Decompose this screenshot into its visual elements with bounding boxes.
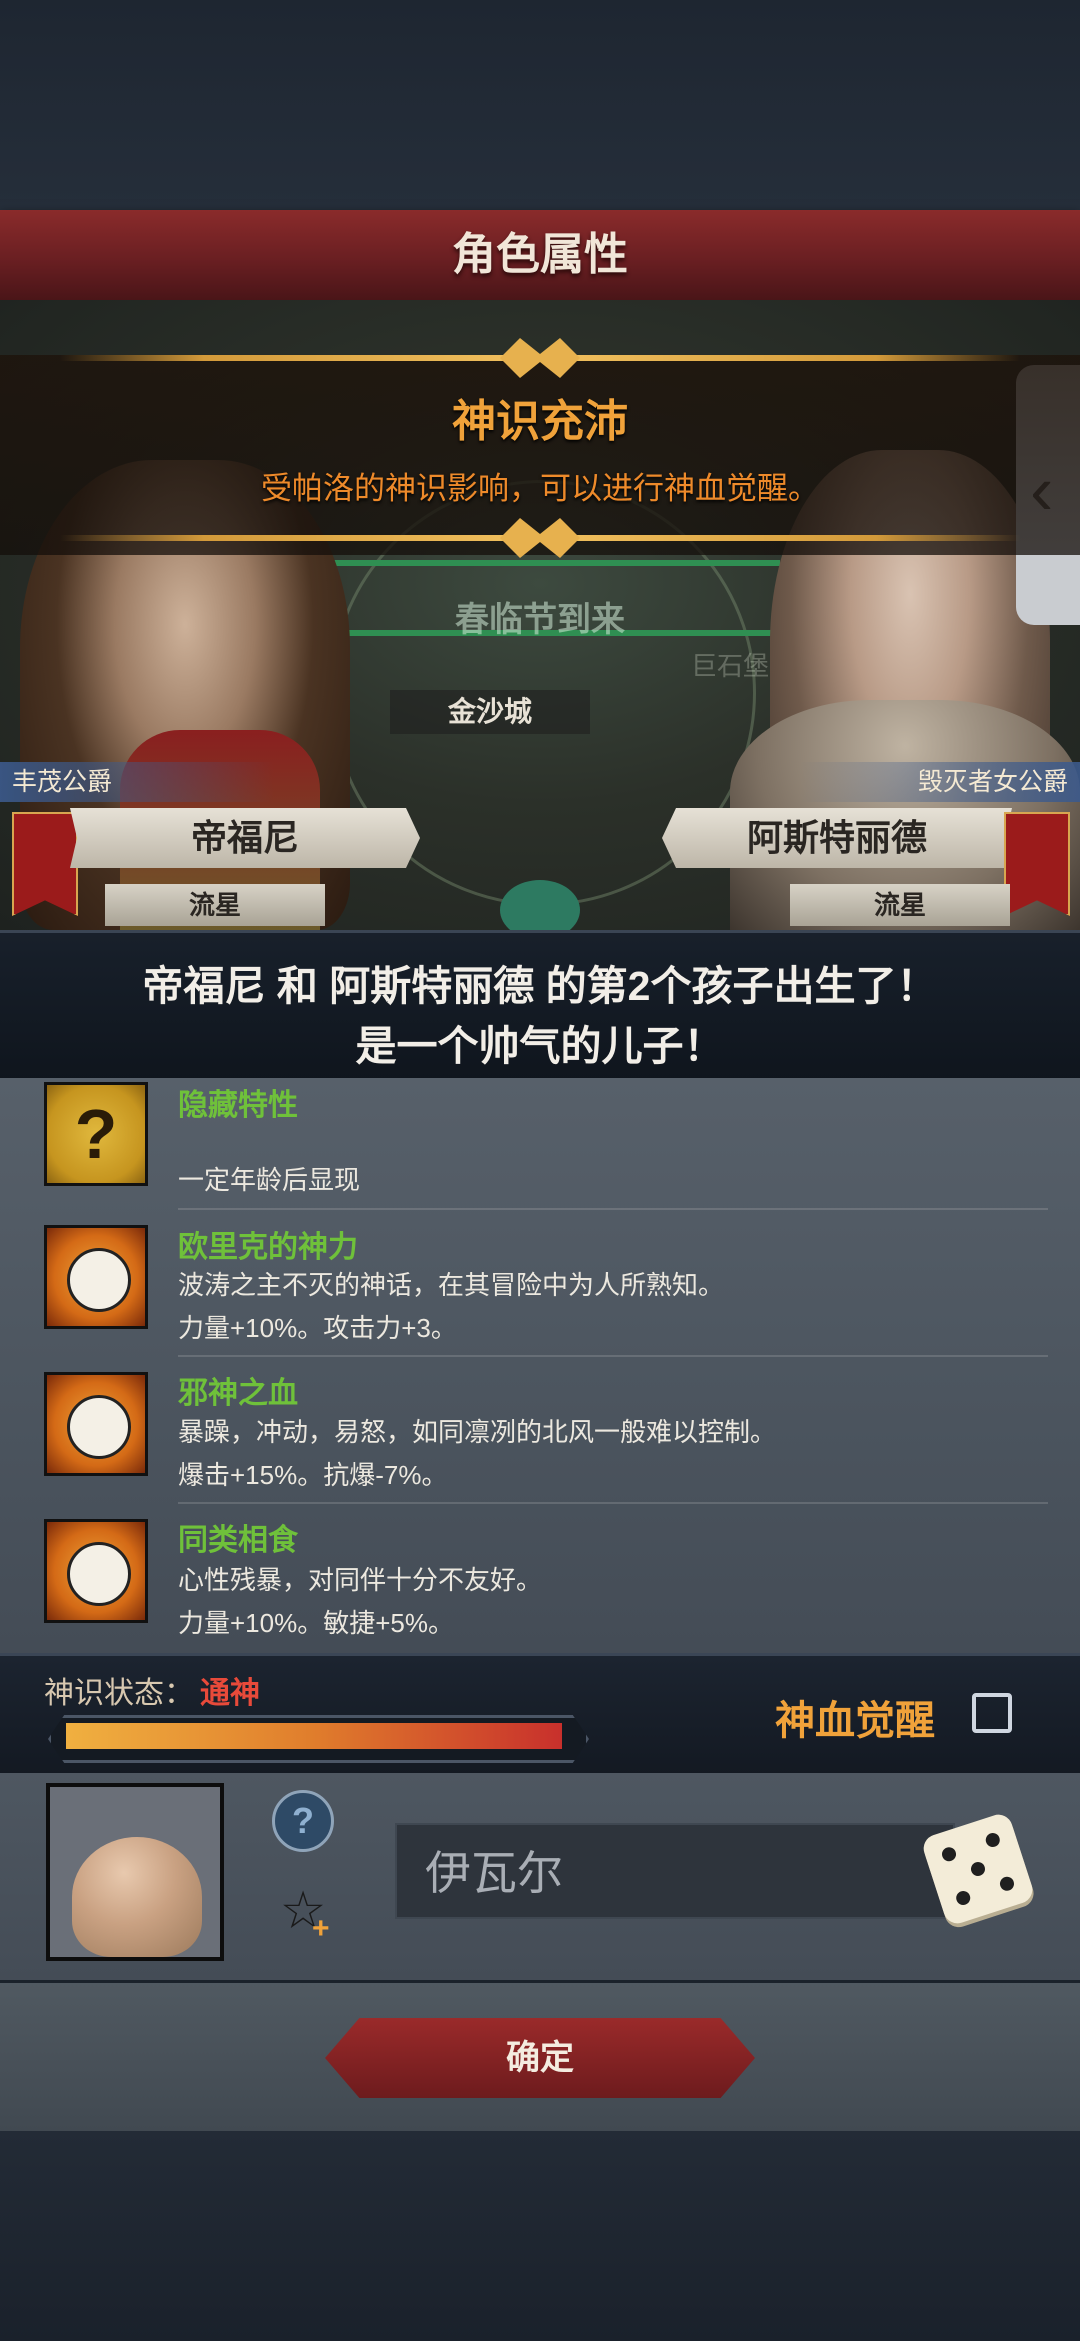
- announcement-line-1: 帝福尼 和 阿斯特丽德 的第2个孩子出生了！: [142, 963, 938, 1009]
- trait-effects: 爆击+15%。抗爆-7%。: [178, 1460, 448, 1490]
- trait-name: 同类相食: [178, 1524, 298, 1557]
- announcement-line-2: 是一个帅气的儿子！: [355, 1023, 725, 1069]
- status-value: 通神: [200, 1677, 260, 1710]
- father-name: 帝福尼: [70, 808, 420, 868]
- help-icon[interactable]: ?: [272, 1790, 334, 1852]
- mother-rank: 流星: [790, 884, 1010, 926]
- trait-effects: 力量+10%。敏捷+5%。: [178, 1608, 454, 1638]
- smiley-icon: [44, 1519, 148, 1623]
- awaken-checkbox[interactable]: [972, 1693, 1012, 1733]
- child-name-input[interactable]: 伊瓦尔: [395, 1823, 955, 1919]
- banner-subtitle: 受帕洛的神识影响，可以进行神血觉醒。: [261, 471, 819, 506]
- mother-name: 阿斯特丽德: [662, 808, 1012, 868]
- banner-title: 神识充沛: [452, 397, 628, 446]
- map-event-label: 春临节到来: [455, 601, 625, 639]
- confirm-button[interactable]: 确定: [325, 2018, 755, 2098]
- bottom-background: [0, 2131, 1080, 2341]
- trait-desc: 波涛之主不灭的神话，在其冒险中为人所熟知。: [178, 1270, 725, 1300]
- child-portrait: [46, 1783, 224, 1961]
- status-label: 神识状态：: [44, 1677, 194, 1710]
- page-title: 角色属性: [452, 230, 628, 279]
- trait-desc: 暴躁，冲动，易怒，如同凛冽的北风一般难以控制。: [178, 1417, 777, 1447]
- top-background: [0, 0, 1080, 210]
- map-road: [320, 560, 780, 566]
- trait-desc: 心性残暴，对同伴十分不友好。: [178, 1565, 543, 1595]
- divider: [178, 1208, 1048, 1210]
- status-progress-fill: [66, 1723, 562, 1749]
- mother-title: 毁灭者女公爵: [800, 762, 1080, 802]
- divider: [178, 1502, 1048, 1504]
- trait-name: 隐藏特性: [178, 1089, 298, 1122]
- question-icon: ?: [44, 1082, 148, 1186]
- smiley-icon: [44, 1372, 148, 1476]
- smiley-icon: [44, 1225, 148, 1329]
- trait-name: 欧里克的神力: [178, 1231, 358, 1264]
- father-rank: 流星: [105, 884, 325, 926]
- divider: [178, 1355, 1048, 1357]
- trait-effects: 力量+10%。攻击力+3。: [178, 1313, 457, 1343]
- trait-desc: 一定年龄后显现: [178, 1165, 361, 1195]
- map-city-label: 金沙城: [390, 690, 590, 734]
- map-faded-label: 巨石堡: [690, 651, 769, 681]
- trait-name: 邪神之血: [178, 1377, 298, 1410]
- star-plus-icon[interactable]: ☆ +: [272, 1880, 334, 1945]
- father-title: 丰茂公爵: [0, 762, 274, 802]
- awaken-label: 神血觉醒: [775, 1699, 935, 1743]
